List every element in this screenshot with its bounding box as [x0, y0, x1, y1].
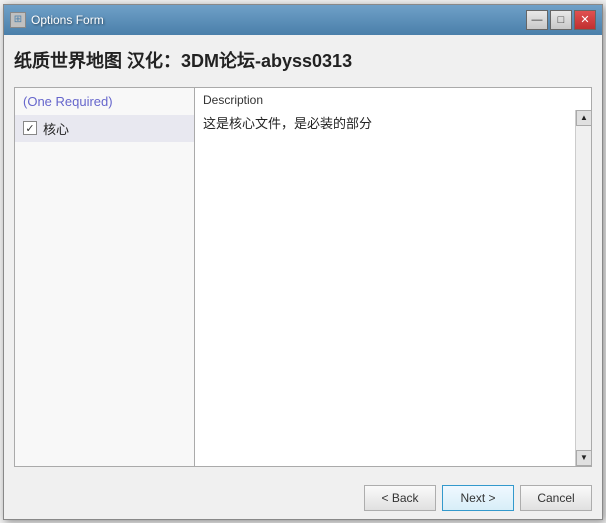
option-item-core[interactable]: ✓ 核心 [15, 115, 194, 142]
window-content: 纸质世界地图 汉化：3DM论坛-abyss0313 (One Required)… [4, 35, 602, 477]
next-button[interactable]: Next > [442, 485, 514, 511]
title-bar-buttons: — □ ✕ [526, 10, 596, 30]
title-bar: ⊞ Options Form — □ ✕ [4, 5, 602, 35]
scroll-down-button[interactable]: ▼ [576, 450, 591, 466]
description-header: Description [195, 88, 591, 110]
scrollbar: ▲ ▼ [575, 110, 591, 466]
description-content: 这是核心文件，是必装的部分 ▲ ▼ [195, 110, 591, 466]
option-checkbox-core[interactable]: ✓ [23, 121, 37, 135]
main-window: ⊞ Options Form — □ ✕ 纸质世界地图 汉化：3DM论坛-aby… [3, 4, 603, 520]
left-panel: (One Required) ✓ 核心 [15, 88, 195, 466]
bottom-bar: < Back Next > Cancel [4, 477, 602, 519]
option-label-core: 核心 [43, 119, 69, 138]
window-title: Options Form [31, 13, 104, 27]
description-text: 这是核心文件，是必装的部分 [203, 116, 372, 131]
title-bar-left: ⊞ Options Form [10, 12, 104, 28]
scroll-up-button[interactable]: ▲ [576, 110, 591, 126]
maximize-button[interactable]: □ [550, 10, 572, 30]
minimize-button[interactable]: — [526, 10, 548, 30]
required-label: (One Required) [15, 88, 194, 115]
window-icon: ⊞ [10, 12, 26, 28]
close-button[interactable]: ✕ [574, 10, 596, 30]
main-title: 纸质世界地图 汉化：3DM论坛-abyss0313 [14, 43, 592, 77]
scrollbar-thumb[interactable] [576, 126, 591, 450]
back-button[interactable]: < Back [364, 485, 436, 511]
panels-container: (One Required) ✓ 核心 Description 这是核心文件，是… [14, 87, 592, 467]
cancel-button[interactable]: Cancel [520, 485, 592, 511]
right-panel: Description 这是核心文件，是必装的部分 ▲ ▼ [195, 88, 591, 466]
